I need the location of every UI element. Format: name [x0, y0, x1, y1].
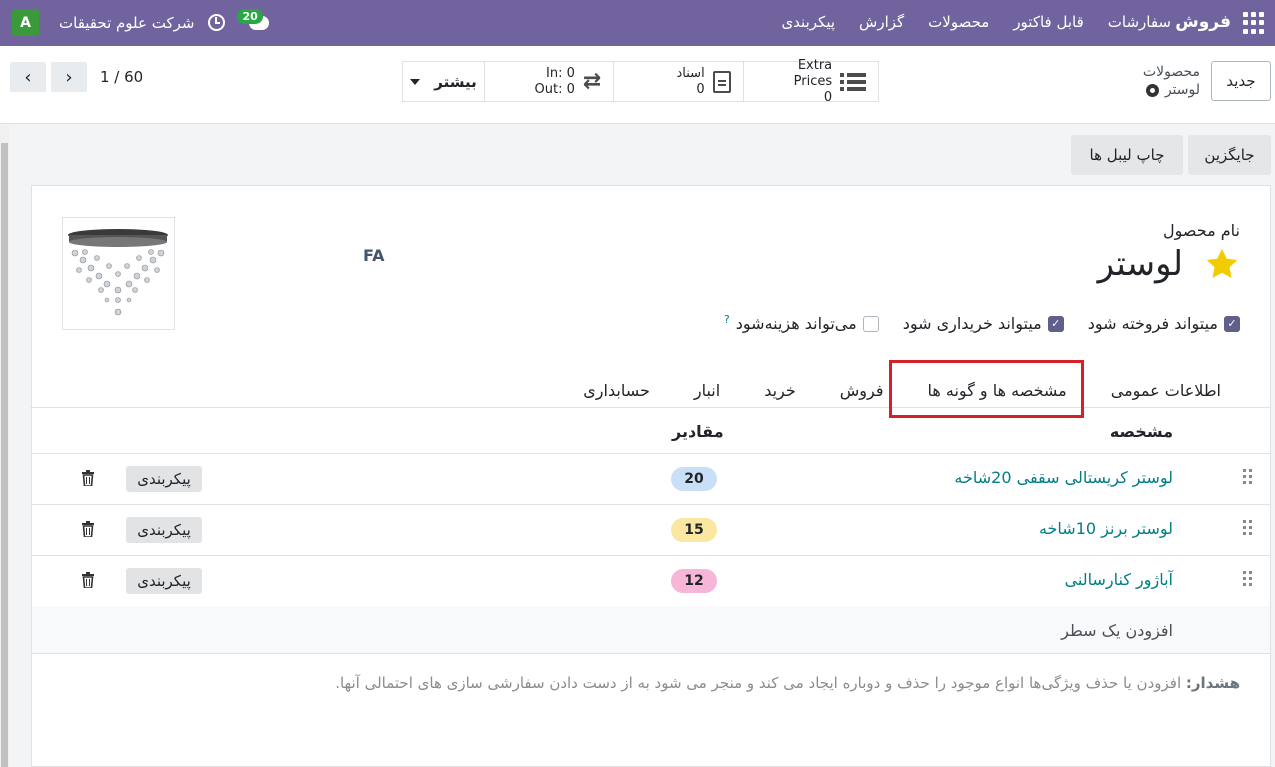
value-tag[interactable]: 15 [671, 518, 717, 542]
tab-inventory[interactable]: انبار [672, 372, 742, 408]
can-be-purchased-checkbox[interactable]: ✓ [1047, 315, 1064, 332]
notebook-tabs: اطلاعات عمومی مشخصه ها و گونه ها فروش خر… [30, 372, 1270, 408]
out-count: Out: 0 [534, 81, 575, 97]
drag-handle-icon[interactable] [1243, 520, 1254, 538]
control-panel: جدید محصولات لوستر Extra Prices 0 اسناد … [0, 46, 1275, 124]
warning-title: هشدار: [1185, 674, 1240, 692]
drag-handle-icon[interactable] [1243, 469, 1254, 487]
chandelier-image [68, 229, 168, 316]
add-line-row: افزودن یک سطر [32, 606, 1270, 654]
tab-purchase[interactable]: خرید [742, 372, 818, 408]
main-menu: سفارشات قابل فاکتور محصولات گزارش پیکربن… [781, 13, 1171, 31]
col-values[interactable]: مقادیر [672, 422, 724, 441]
menu-to-invoice[interactable]: قابل فاکتور [1013, 13, 1083, 31]
systray: A شرکت علوم تحقیقات 20 [12, 8, 271, 36]
can-be-sold-label: میتواند فروخته شود [1087, 314, 1218, 333]
list-icon [840, 72, 867, 92]
can-be-purchased-option[interactable]: ✓ میتواند خریداری شود [903, 314, 1064, 333]
configure-button[interactable]: پیکربندی [126, 466, 202, 492]
documents-value: 0 [696, 81, 705, 97]
can-be-expensed-option[interactable]: می‌تواند هزینه‌شود ? [724, 313, 879, 333]
can-be-expensed-label: می‌تواند هزینه‌شود [735, 314, 857, 333]
tab-general-info[interactable]: اطلاعات عمومی [1089, 372, 1270, 408]
menu-reporting[interactable]: گزارش [859, 13, 904, 31]
company-switcher[interactable]: شرکت علوم تحقیقات [59, 14, 194, 32]
warning-text: افزودن یا حذف ویژگی‌ها انواع موجود را حذ… [335, 674, 1182, 692]
replace-button[interactable]: جایگزین [1188, 135, 1271, 175]
language-tag[interactable]: FA [363, 246, 384, 265]
scrollbar-thumb[interactable] [1, 143, 8, 767]
message-count-badge: 20 [237, 8, 263, 24]
more-label: بیشتر [434, 72, 477, 91]
swap-arrows-icon: ⇄ [582, 69, 602, 94]
configure-button[interactable]: پیکربندی [126, 517, 202, 543]
col-attribute[interactable]: مشخصه [1110, 422, 1173, 441]
messaging-icon[interactable]: 20 [237, 8, 271, 34]
apps-menu-icon[interactable] [1243, 12, 1265, 34]
documents-label: اسناد [676, 65, 705, 81]
extra-prices-label: Extra Prices [793, 57, 833, 89]
scrollbar[interactable] [0, 125, 9, 767]
next-record-button[interactable]: › [51, 62, 87, 92]
value-tag[interactable]: 12 [671, 569, 717, 593]
table-row[interactable]: آباژور کنارسالنی 12 پیکربندی [32, 556, 1270, 607]
menu-configuration[interactable]: پیکربندی [781, 13, 835, 31]
product-name-field[interactable]: لوستر [1098, 244, 1183, 284]
more-dropdown[interactable]: بیشتر [403, 62, 484, 101]
can-be-expensed-checkbox[interactable] [862, 315, 879, 332]
value-tag[interactable]: 20 [671, 467, 717, 491]
attribute-name[interactable]: آباژور کنارسالنی [1065, 570, 1173, 589]
caret-down-icon [410, 78, 421, 85]
document-icon [712, 70, 731, 93]
extra-prices-button[interactable]: Extra Prices 0 [742, 58, 878, 105]
can-be-sold-option[interactable]: ✓ میتواند فروخته شود [1088, 314, 1240, 333]
print-labels-button[interactable]: چاپ لیبل ها [1071, 135, 1183, 175]
chevron-right-icon: › [65, 66, 73, 88]
app-name[interactable]: فروش [1175, 12, 1231, 32]
chevron-left-icon: ‹ [24, 66, 32, 88]
help-tooltip-icon[interactable]: ? [724, 313, 730, 326]
drag-handle-icon[interactable] [1243, 571, 1254, 589]
can-be-sold-checkbox[interactable]: ✓ [1224, 315, 1240, 332]
menu-orders[interactable]: سفارشات [1108, 13, 1171, 31]
activity-clock-icon[interactable] [208, 14, 226, 31]
trash-icon[interactable] [82, 470, 94, 486]
table-row[interactable]: لوستر برنز 10شاخه 15 پیکربندی [32, 505, 1270, 556]
product-flags: ✓ میتواند فروخته شود ✓ میتواند خریداری ش… [706, 313, 1240, 333]
in-out-button[interactable]: ⇄ In: 0 Out: 0 [484, 62, 613, 101]
can-be-purchased-label: میتواند خریداری شود [902, 314, 1042, 333]
attribute-name[interactable]: لوستر کریستالی سقفی 20شاخه [954, 468, 1173, 487]
favorite-star-icon[interactable] [1204, 246, 1240, 282]
warning-note: هشدار: افزودن یا حذف ویژگی‌ها انواع موجو… [335, 674, 1240, 692]
extra-prices-value: 0 [823, 89, 833, 105]
smart-buttons: Extra Prices 0 اسناد 0 ⇄ In: 0 Out: 0 بی… [402, 58, 879, 105]
in-count: In: 0 [546, 65, 575, 81]
breadcrumb: محصولات لوستر [1143, 63, 1200, 99]
user-avatar[interactable]: A [12, 9, 39, 36]
configure-button[interactable]: پیکربندی [126, 568, 202, 594]
gear-icon[interactable] [1145, 83, 1159, 97]
attribute-name[interactable]: لوستر برنز 10شاخه [1039, 519, 1173, 538]
pager-value[interactable]: 1 / 60 [100, 68, 143, 86]
tab-accounting[interactable]: حسابداری [561, 372, 672, 408]
add-line-link[interactable]: افزودن یک سطر [1061, 621, 1173, 640]
new-button[interactable]: جدید [1211, 61, 1271, 101]
menu-products[interactable]: محصولات [928, 13, 989, 31]
breadcrumb-current: لوستر [1164, 82, 1200, 98]
documents-button[interactable]: اسناد 0 [613, 62, 742, 101]
trash-icon[interactable] [82, 521, 94, 537]
breadcrumb-parent[interactable]: محصولات [1143, 63, 1200, 81]
table-header: مشخصه مقادیر [32, 408, 1270, 454]
product-name-label: نام محصول [1163, 221, 1240, 240]
trash-icon[interactable] [82, 572, 94, 588]
prev-record-button[interactable]: ‹ [10, 62, 46, 92]
form-sheet: نام محصول لوستر FA ✓ میتواند فروخته شود [30, 185, 1271, 767]
table-row[interactable]: لوستر کریستالی سقفی 20شاخه 20 پیکربندی [32, 454, 1270, 505]
top-navbar: فروش سفارشات قابل فاکتور محصولات گزارش پ… [0, 0, 1275, 46]
product-image[interactable] [62, 217, 175, 330]
